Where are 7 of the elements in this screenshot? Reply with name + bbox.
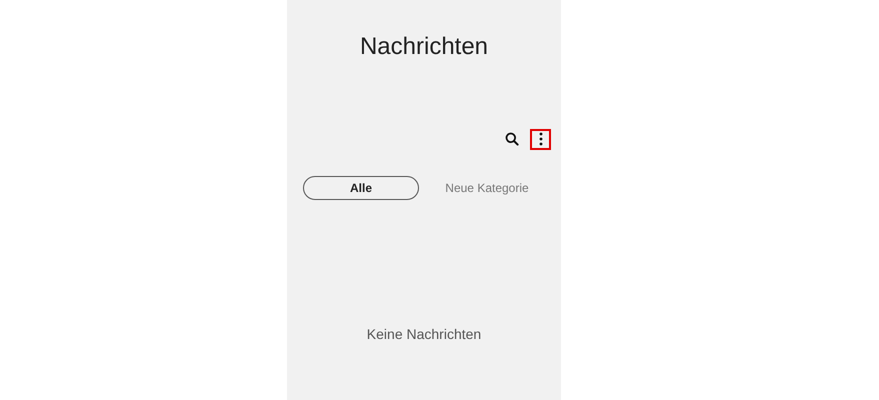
screen-title: Nachrichten [360,32,488,62]
more-icon [538,132,542,146]
more-button[interactable] [530,128,551,150]
category-tab[interactable]: Neue Kategorie [429,176,545,200]
empty-message: Keine Nachrichten [366,325,482,344]
search-icon [504,132,518,146]
category-tab[interactable]: Alle [303,176,419,200]
